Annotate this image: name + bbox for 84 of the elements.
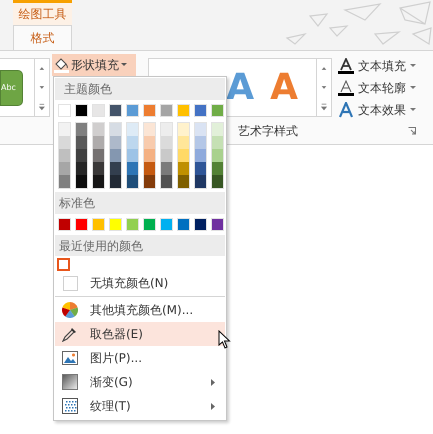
color-swatch[interactable] (144, 162, 155, 175)
color-swatch[interactable] (127, 162, 138, 175)
color-swatch[interactable] (178, 136, 189, 149)
paint-bucket-icon (54, 57, 69, 73)
color-swatch[interactable] (161, 162, 172, 175)
color-swatch[interactable] (93, 175, 104, 188)
section-header: 主题颜色 (55, 78, 225, 100)
color-swatch[interactable] (178, 162, 189, 175)
color-swatch[interactable] (161, 136, 172, 149)
submenu-arrow-icon (211, 378, 215, 386)
color-swatch[interactable] (178, 149, 189, 162)
menu-item[interactable]: 渐变(G) (55, 370, 225, 394)
menu-item[interactable]: 图片(P)... (55, 346, 225, 370)
color-swatch[interactable] (161, 123, 172, 136)
group-label: 艺术字样式 (238, 123, 298, 140)
dialog-launcher-icon[interactable] (408, 127, 416, 135)
color-swatch[interactable] (76, 149, 87, 162)
caret-icon (410, 64, 416, 68)
color-swatch[interactable] (59, 175, 70, 188)
color-swatch[interactable] (127, 136, 138, 149)
color-swatch[interactable] (59, 162, 70, 175)
color-swatch[interactable] (76, 123, 87, 136)
color-swatch[interactable] (110, 123, 121, 136)
menu-item[interactable]: 其他填充颜色(M)... (55, 298, 225, 322)
color-swatch[interactable] (57, 258, 70, 271)
color-swatch[interactable] (161, 175, 172, 188)
context-tab-label: 绘图工具 (13, 0, 72, 25)
menu-item[interactable]: 纹理(T) (55, 394, 225, 418)
picture-icon (62, 351, 78, 365)
empty-swatch-icon (62, 276, 78, 290)
color-swatch[interactable] (110, 162, 121, 175)
color-swatch[interactable] (178, 175, 189, 188)
color-swatch[interactable] (212, 136, 223, 149)
submenu-arrow-icon (211, 402, 215, 410)
ribbon-tab[interactable]: 格式 (13, 25, 72, 50)
color-swatch[interactable] (178, 123, 189, 136)
color-swatch[interactable] (93, 149, 104, 162)
color-swatch[interactable] (127, 123, 138, 136)
color-swatch[interactable] (59, 123, 70, 136)
gradient-icon (62, 374, 78, 390)
color-swatch[interactable] (110, 175, 121, 188)
text-fill-icon (338, 58, 354, 74)
menu-item[interactable]: 取色器(E) (55, 322, 225, 346)
section-header: 标准色 (55, 192, 225, 214)
texture-icon (62, 398, 78, 414)
shape-fill-button[interactable]: 形状填充 (52, 54, 136, 76)
color-swatch[interactable] (93, 162, 104, 175)
text-outline-icon (338, 80, 354, 96)
menu-item[interactable]: 无填充颜色(N) (55, 271, 225, 295)
color-swatch[interactable] (59, 149, 70, 162)
color-swatch[interactable] (212, 175, 223, 188)
text-style-button[interactable]: 文本效果 (338, 100, 416, 120)
color-swatch[interactable] (212, 123, 223, 136)
color-swatch[interactable] (195, 136, 206, 149)
color-swatch[interactable] (127, 149, 138, 162)
text-effect-icon (338, 102, 354, 118)
color-swatch[interactable] (144, 175, 155, 188)
color-swatch[interactable] (110, 136, 121, 149)
color-swatch[interactable] (110, 149, 121, 162)
color-wheel-icon (62, 302, 78, 318)
color-swatch[interactable] (76, 175, 87, 188)
caret-icon (410, 86, 416, 90)
caret-icon (121, 63, 127, 67)
color-swatch[interactable] (195, 175, 206, 188)
color-swatch[interactable] (76, 136, 87, 149)
color-swatch[interactable] (144, 123, 155, 136)
text-style-button[interactable]: 文本填充 (338, 56, 416, 76)
section-header: 最近使用的颜色 (55, 235, 225, 256)
color-swatch[interactable] (127, 175, 138, 188)
eyedropper-icon (62, 326, 78, 342)
color-swatch[interactable] (93, 136, 104, 149)
color-swatch[interactable] (144, 136, 155, 149)
color-swatch[interactable] (161, 149, 172, 162)
color-swatch[interactable] (212, 162, 223, 175)
color-swatch[interactable] (212, 149, 223, 162)
color-swatch[interactable] (93, 123, 104, 136)
color-swatch[interactable] (195, 162, 206, 175)
color-swatch[interactable] (195, 123, 206, 136)
color-swatch[interactable] (195, 149, 206, 162)
text-style-button[interactable]: 文本轮廓 (338, 78, 416, 98)
caret-icon (410, 108, 416, 112)
color-swatch[interactable] (144, 149, 155, 162)
color-swatch[interactable] (59, 136, 70, 149)
color-swatch[interactable] (76, 162, 87, 175)
